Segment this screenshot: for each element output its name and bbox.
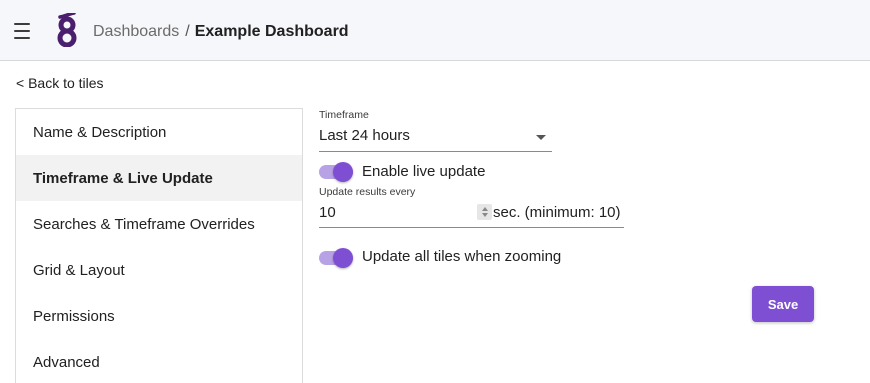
nav-item-name-description[interactable]: Name & Description [16, 109, 302, 155]
live-update-label: Enable live update [362, 163, 486, 180]
nav-item-searches-timeframe-overrides[interactable]: Searches & Timeframe Overrides [16, 201, 302, 247]
update-interval-suffix: sec. (minimum: 10) [493, 204, 621, 221]
nav-item-permissions[interactable]: Permissions [16, 293, 302, 339]
brand-logo[interactable] [55, 13, 81, 47]
caret-down-icon [536, 135, 546, 140]
breadcrumb-dashboards-link[interactable]: Dashboards [93, 23, 179, 40]
back-to-tiles-link[interactable]: < Back to tiles [16, 74, 104, 92]
nav-item-timeframe-live-update[interactable]: Timeframe & Live Update [16, 155, 302, 201]
zoom-update-toggle[interactable] [319, 248, 353, 268]
update-interval-value: 10 [319, 204, 336, 221]
save-button[interactable]: Save [752, 286, 814, 322]
breadcrumb: Dashboards / Example Dashboard [93, 22, 349, 42]
breadcrumb-separator: / [185, 23, 190, 40]
timeframe-selected-value: Last 24 hours [319, 127, 410, 144]
hamburger-menu-icon[interactable] [7, 16, 37, 46]
nav-item-advanced[interactable]: Advanced [16, 339, 302, 383]
settings-nav: Name & Description Timeframe & Live Upda… [15, 108, 303, 383]
nav-item-grid-layout[interactable]: Grid & Layout [16, 247, 302, 293]
breadcrumb-current-page: Example Dashboard [194, 23, 349, 40]
zoom-update-label: Update all tiles when zooming [362, 248, 562, 265]
update-interval-label: Update results every [319, 186, 416, 198]
top-bar: Dashboards / Example Dashboard [0, 0, 870, 61]
update-interval-input[interactable]: 10 sec. (minimum: 10) [319, 200, 624, 228]
number-spinner-icon[interactable] [477, 204, 492, 220]
live-update-toggle[interactable] [319, 162, 353, 182]
timeframe-select[interactable]: Last 24 hours [319, 122, 552, 152]
timeframe-label: Timeframe [319, 109, 369, 121]
